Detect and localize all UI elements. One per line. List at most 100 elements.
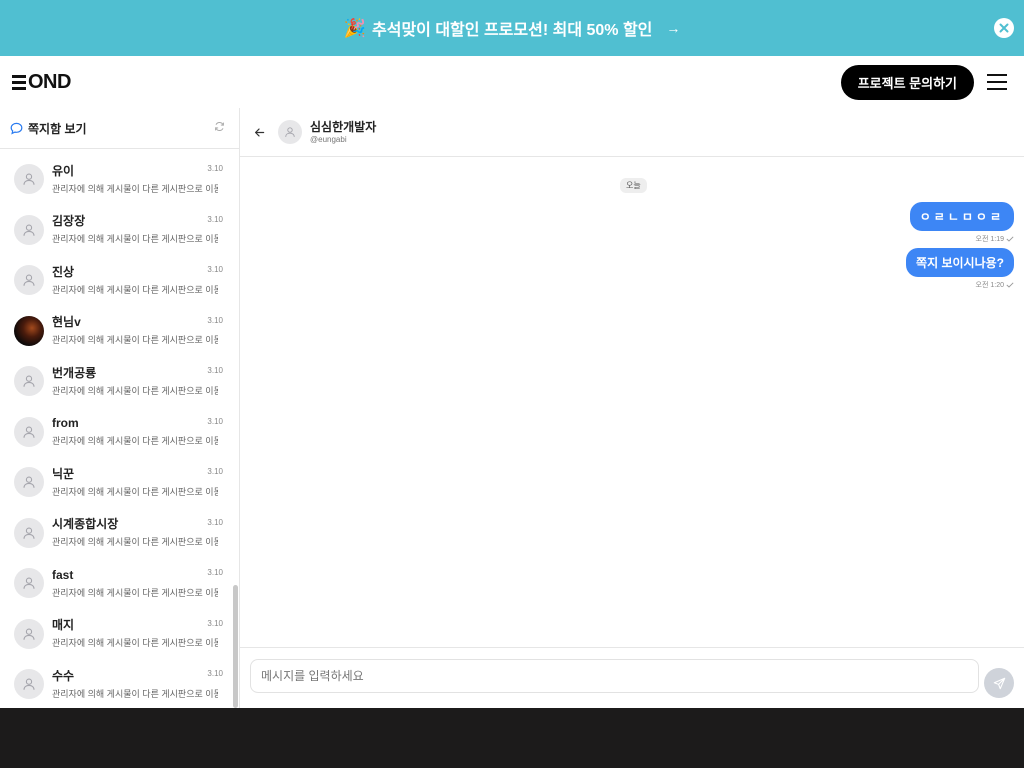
user-icon [23, 577, 35, 589]
conversation-preview: 관리자에 의해 게시물이 다른 게시판으로 이동되... [52, 385, 218, 396]
conversation-item[interactable]: 현님v 관리자에 의해 게시물이 다른 게시판으로 이동되... 3.10 [0, 306, 232, 357]
conversation-preview: 관리자에 의해 게시물이 다른 게시판으로 이동되... [52, 234, 218, 245]
refresh-icon[interactable] [214, 121, 225, 132]
chat-panel: 심심한개발자 @eungabi 오늘 ㅇㄹㄴㅁㅇㄹ 오전 1:19 쪽지 보이시… [240, 108, 1024, 708]
conversation-name: 번개공룡 [52, 365, 97, 380]
message-time: 오전 1:19 [975, 236, 1004, 243]
message: ㅇㄹㄴㅁㅇㄹ 오전 1:19 [909, 202, 1014, 244]
avatar [14, 517, 44, 548]
conversation-name: 시계종합시장 [52, 517, 119, 532]
sidebar-title: 쪽지함 보기 [28, 121, 87, 136]
brand-logo[interactable]: OND [12, 71, 71, 94]
conversation-list: 유이 관리자에 의해 게시물이 다른 게시판으로 이동되... 3.10 김장장… [0, 154, 232, 710]
message-bubble: ㅇㄹㄴㅁㅇㄹ [909, 202, 1014, 231]
messenger: 쪽지함 보기 유이 관리자에 의해 게시물이 다른 게시판으로 이동되... 3… [0, 108, 1024, 708]
conversation-date: 3.10 [207, 366, 223, 375]
top-navigation: OND 프로젝트 문의하기 [0, 56, 1024, 108]
close-promo-button[interactable] [994, 18, 1014, 38]
conversation-date: 3.10 [207, 214, 223, 224]
user-icon [23, 628, 35, 640]
conversation-item[interactable]: from 관리자에 의해 게시물이 다른 게시판으로 이동되... 3.10 [0, 407, 232, 458]
page-bottom-background [0, 708, 1024, 768]
user-icon [23, 274, 35, 286]
conversation-item[interactable]: 김장장 관리자에 의해 게시물이 다른 게시판으로 이동되... 3.10 [0, 205, 232, 256]
user-icon [23, 173, 35, 185]
date-divider: 오늘 [620, 178, 647, 193]
conversation-preview: 관리자에 의해 게시물이 다른 게시판으로 이동되... [52, 486, 218, 497]
user-icon [23, 375, 35, 387]
conversation-preview: 관리자에 의해 게시물이 다른 게시판으로 이동되... [52, 688, 218, 699]
conversation-name: 매지 [52, 618, 75, 633]
conversation-name: 수수 [52, 668, 75, 683]
conversation-item[interactable]: 유이 관리자에 의해 게시물이 다른 게시판으로 이동되... 3.10 [0, 154, 232, 205]
conversation-date: 3.10 [207, 467, 223, 476]
chat-bubble-icon [10, 122, 23, 135]
avatar [14, 214, 44, 245]
sidebar-scrollbar[interactable] [233, 585, 238, 708]
conversation-item[interactable]: 매지 관리자에 의해 게시물이 다른 게시판으로 이동되... 3.10 [0, 609, 232, 660]
logo-text: OND [28, 70, 71, 93]
message-time: 오전 1:20 [975, 282, 1004, 289]
party-popper-icon: 🎉 [343, 17, 367, 38]
check-icon [1006, 236, 1014, 242]
promo-link[interactable]: 🎉 추석맞이 대할인 프로모션! 최대 50% 할인 → [344, 16, 681, 40]
send-icon [993, 677, 1005, 689]
avatar [14, 618, 44, 649]
conversation-item[interactable]: 닉꾼 관리자에 의해 게시물이 다른 게시판으로 이동되... 3.10 [0, 457, 232, 508]
conversation-name: 닉꾼 [52, 466, 75, 481]
conversation-name: from [52, 416, 79, 431]
user-icon [23, 426, 35, 438]
conversation-item[interactable]: 진상 관리자에 의해 게시물이 다른 게시판으로 이동되... 3.10 [0, 255, 232, 306]
chat-header: 심심한개발자 @eungabi [240, 108, 1024, 157]
user-icon [285, 127, 295, 137]
conversation-name: 김장장 [52, 214, 86, 229]
avatar [14, 416, 44, 447]
back-button[interactable] [252, 125, 266, 139]
conversation-name: 현님v [52, 315, 81, 330]
avatar-photo [14, 315, 44, 346]
conversation-name: fast [52, 567, 74, 582]
arrow-right-icon: → [666, 20, 681, 36]
conversation-date: 3.10 [207, 416, 223, 426]
conversation-date: 3.10 [207, 618, 223, 628]
promo-banner[interactable]: 🎉 추석맞이 대할인 프로모션! 최대 50% 할인 → [0, 0, 1024, 56]
conversation-date: 3.10 [207, 265, 223, 274]
conversation-date: 3.10 [207, 669, 223, 678]
project-inquiry-button[interactable]: 프로젝트 문의하기 [840, 65, 974, 100]
conversation-name: 유이 [52, 163, 75, 178]
conversation-item[interactable]: 시계종합시장 관리자에 의해 게시물이 다른 게시판으로 이동되... 3.10 [0, 508, 232, 559]
conversation-item[interactable]: fast 관리자에 의해 게시물이 다른 게시판으로 이동되... 3.10 [0, 558, 232, 609]
avatar [14, 265, 44, 296]
user-icon [23, 476, 35, 488]
check-icon [1006, 282, 1014, 288]
conversation-name: 진상 [52, 264, 75, 279]
conversation-date: 3.10 [207, 568, 223, 577]
conversation-preview: 관리자에 의해 게시물이 다른 게시판으로 이동되... [52, 183, 218, 194]
avatar [14, 669, 44, 700]
user-icon [23, 678, 35, 690]
user-icon [23, 527, 35, 539]
chat-user-handle: @eungabi [310, 135, 347, 144]
logo-mark-icon [12, 74, 26, 90]
conversation-preview: 관리자에 의해 게시물이 다른 게시판으로 이동되... [52, 335, 218, 346]
conversation-date: 3.10 [207, 517, 223, 527]
chat-user-avatar [278, 120, 302, 144]
conversation-item[interactable]: 수수 관리자에 의해 게시물이 다른 게시판으로 이동되... 3.10 [0, 659, 232, 710]
avatar [14, 164, 44, 195]
conversation-date: 3.10 [207, 315, 223, 325]
conversation-preview: 관리자에 의해 게시물이 다른 게시판으로 이동되... [52, 537, 218, 548]
message-composer [240, 647, 1024, 708]
close-icon [999, 23, 1009, 33]
hamburger-menu-icon[interactable] [987, 74, 1007, 90]
conversation-preview: 관리자에 의해 게시물이 다른 게시판으로 이동되... [52, 587, 218, 598]
user-icon [23, 224, 35, 236]
message-input[interactable] [250, 659, 979, 693]
conversation-item[interactable]: 번개공룡 관리자에 의해 게시물이 다른 게시판으로 이동되... 3.10 [0, 356, 232, 407]
chat-user-name: 심심한개발자 [310, 120, 377, 134]
promo-text: 추석맞이 대할인 프로모션! 최대 50% 할인 [372, 22, 653, 39]
arrow-left-icon [254, 127, 264, 137]
conversation-preview: 관리자에 의해 게시물이 다른 게시판으로 이동되... [52, 284, 218, 295]
send-button[interactable] [984, 668, 1014, 698]
message: 쪽지 보이시나용? 오전 1:20 [906, 248, 1014, 290]
message-bubble: 쪽지 보이시나용? [906, 248, 1014, 277]
